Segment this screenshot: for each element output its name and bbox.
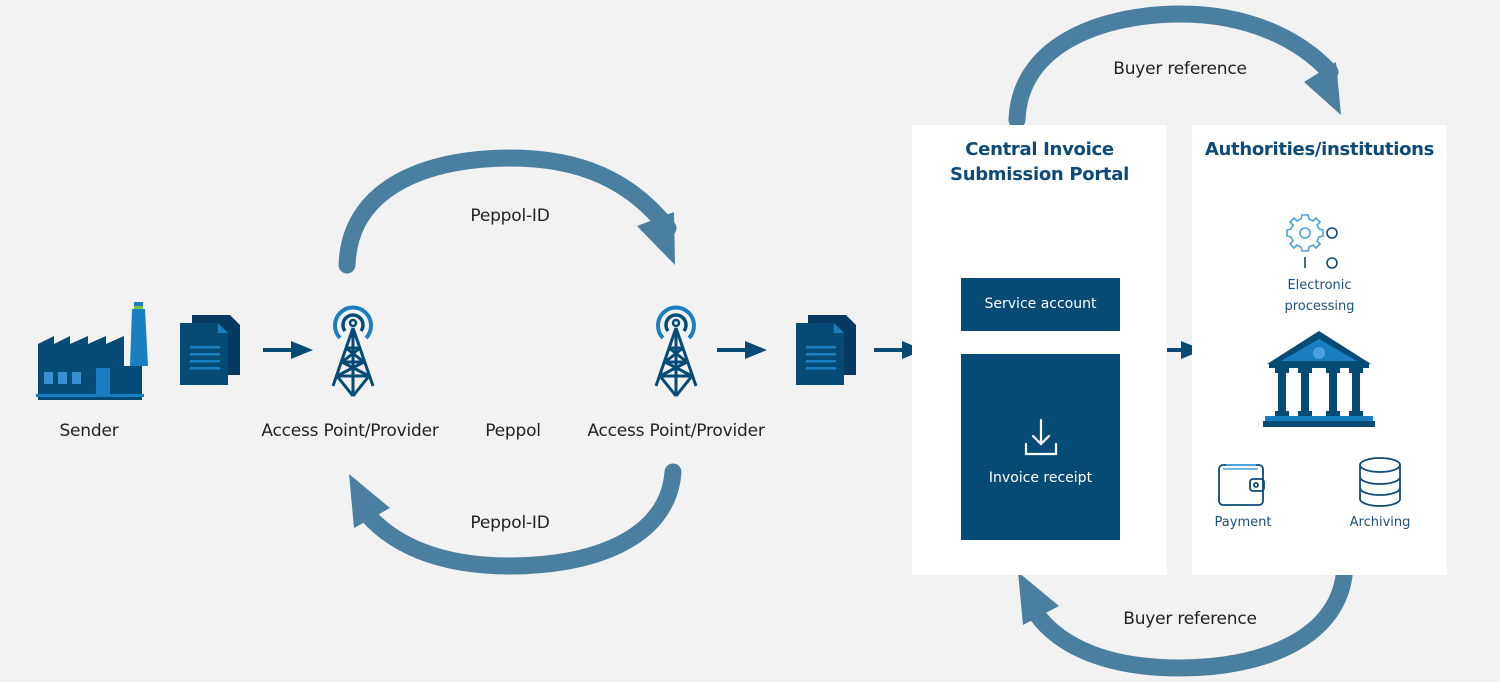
arrow-right-icon [263,341,313,359]
download-icon [1024,418,1058,456]
service-account-label: Service account [984,296,1097,312]
gear-icon [1286,214,1338,269]
authorities-title: Authorities/institutions [1204,139,1435,160]
payment-label: Payment [1214,515,1272,530]
government-building-icon [1263,331,1375,427]
document-icon [796,315,856,385]
portal-title: Central Invoice Submission Portal [912,137,1167,187]
service-account-box[interactable]: Service account [961,278,1120,331]
access-point-1-label: Access Point/Provider [261,421,439,441]
portal-title-line2: Submission Portal [950,164,1129,185]
central-invoice-portal-panel: Central Invoice Submission Portal Servic… [912,125,1167,575]
buyer-reference-bottom-label: Buyer reference [1123,609,1257,629]
invoice-receipt-box[interactable]: Invoice receipt [961,354,1120,540]
electronic-processing-label: Electronic processing [1192,275,1447,317]
access-point-2-label: Access Point/Provider [587,421,765,441]
sender-label: Sender [59,421,119,441]
arrow-right-icon [717,341,767,359]
antenna-tower-icon [331,305,375,397]
invoice-receipt-label: Invoice receipt [988,470,1093,486]
peppol-id-bottom-label: Peppol-ID [470,513,550,533]
portal-title-line1: Central Invoice [965,139,1114,160]
database-icon [1359,457,1401,507]
archiving-label: Archiving [1349,515,1411,530]
document-icon [180,315,240,385]
electronic-processing-line1: Electronic [1287,278,1352,293]
authorities-panel: Authorities/institutions Electronic proc… [1192,125,1447,575]
peppol-id-top-label: Peppol-ID [470,206,550,226]
peppol-network-label: Peppol [485,421,541,441]
electronic-processing-line2: processing [1284,299,1355,314]
antenna-tower-icon [654,305,698,397]
factory-icon [36,302,148,400]
wallet-icon [1218,464,1265,506]
buyer-reference-top-label: Buyer reference [1113,59,1247,79]
